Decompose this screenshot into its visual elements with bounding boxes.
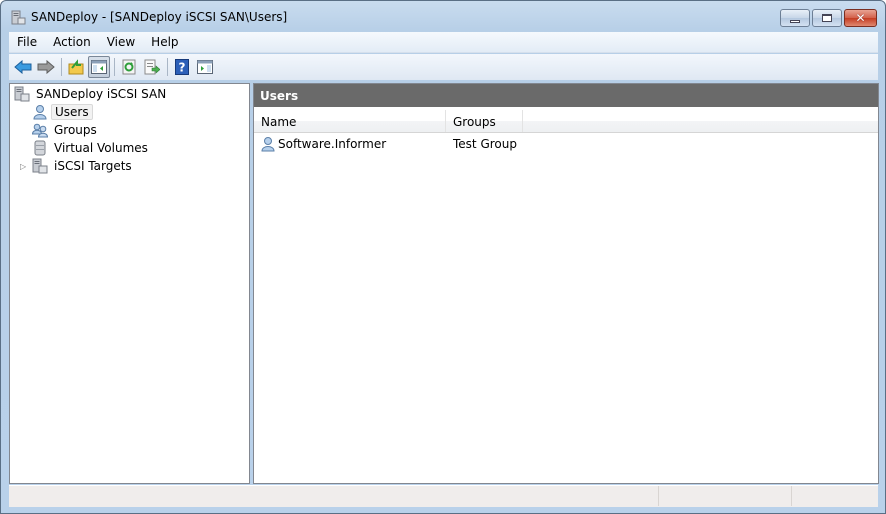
tree-item-groups[interactable]: Groups [32,121,100,139]
user-icon [33,105,47,120]
table-row[interactable]: Software.Informer Test Group [254,134,878,154]
tree-item-label: Virtual Volumes [54,141,148,155]
menu-bar: File Action View Help [9,32,878,53]
refresh-icon [122,59,136,75]
refresh-button[interactable] [118,56,140,78]
menu-file[interactable]: File [9,35,45,49]
back-button[interactable] [12,56,34,78]
window-title: SANDeploy - [SANDeploy iSCSI SAN\Users] [31,10,288,24]
console-tree: SANDeploy iSCSI SAN Users Groups Virtual… [9,83,250,484]
toolbar-separator [167,58,168,76]
tree-item-virtual-volumes[interactable]: Virtual Volumes [32,139,151,157]
tree-item-label: iSCSI Targets [54,159,132,173]
tree-item-label: Groups [54,123,97,137]
tree-item-label: SANDeploy iSCSI SAN [36,87,167,101]
tree-item-users[interactable]: Users [32,103,93,121]
svg-text:?: ? [179,61,186,75]
up-one-level-button[interactable] [65,56,87,78]
server-icon [32,158,48,174]
database-icon [34,140,46,156]
tree-root-sandeploy[interactable]: SANDeploy iSCSI SAN [14,85,169,103]
toolbar-separator [114,58,115,76]
user-icon [261,137,275,152]
app-window: SANDeploy - [SANDeploy iSCSI SAN\Users] … [0,0,886,514]
toolbar: ? [9,54,878,80]
minimize-button[interactable] [780,9,810,27]
group-icon [32,123,48,138]
server-icon [14,86,30,102]
status-segment [792,486,876,506]
help-button[interactable]: ? [171,56,193,78]
export-list-icon [144,59,160,75]
column-header-name[interactable]: Name [254,110,446,132]
status-bar [9,485,878,507]
toolbar-separator [61,58,62,76]
menu-view[interactable]: View [99,35,143,49]
column-header-groups[interactable]: Groups [446,110,523,132]
cell-groups: Test Group [453,137,517,151]
tree-item-label: Users [51,104,93,120]
title-bar[interactable]: SANDeploy - [SANDeploy iSCSI SAN\Users] … [1,1,885,33]
show-hide-console-tree-icon [91,60,107,74]
close-icon: ✕ [855,11,866,25]
close-button[interactable]: ✕ [844,9,877,27]
show-hide-console-tree-button[interactable] [88,56,110,78]
show-hide-action-pane-button[interactable] [194,56,216,78]
back-arrow-icon [14,60,32,74]
server-icon [11,10,26,25]
forward-button[interactable] [35,56,57,78]
status-segment [659,486,792,506]
result-pane-title: Users [254,84,878,107]
expand-arrow-icon[interactable]: ▷ [20,162,26,171]
show-hide-action-pane-icon [197,60,213,74]
up-folder-icon [68,59,84,75]
tree-item-iscsi-targets[interactable]: iSCSI Targets [32,157,135,175]
cell-name: Software.Informer [278,137,387,151]
status-segment [9,486,659,506]
maximize-button[interactable] [812,9,842,27]
maximize-icon [822,14,832,22]
minimize-icon [790,19,800,23]
menu-action[interactable]: Action [45,35,99,49]
forward-arrow-icon [37,60,55,74]
export-list-button[interactable] [141,56,163,78]
list-column-headers: Name Groups [254,110,878,133]
menu-help[interactable]: Help [143,35,186,49]
help-icon: ? [175,59,189,75]
result-pane: Users Name Groups Software.Informer Test… [253,83,879,484]
